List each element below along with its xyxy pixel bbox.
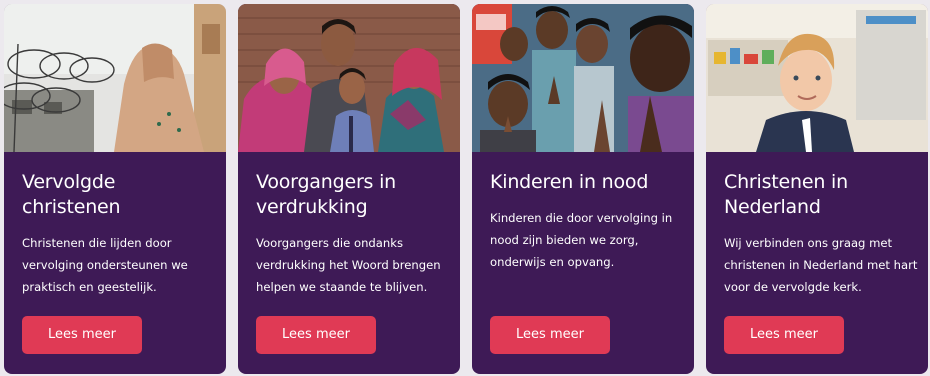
card-photo [472,4,694,152]
lees-meer-button[interactable]: Lees meer [256,316,376,354]
card-description: Kinderen die door vervolging in nood zij… [490,211,673,269]
lees-meer-button[interactable]: Lees meer [22,316,142,354]
card-photo [4,4,226,152]
card-description: Christenen die lijden door vervolging on… [22,236,188,294]
lees-meer-button[interactable]: Lees meer [490,316,610,354]
ministry-cards-row: Vervolgde christenen Christenen die lijd… [0,0,930,376]
card-vervolgde-christenen: Vervolgde christenen Christenen die lijd… [4,4,226,374]
card-title: Voorgangers in verdrukking [256,171,397,218]
card-christenen-in-nederland: Christenen in Nederland Wij verbinden on… [706,4,928,374]
card-title: Kinderen in nood [490,171,649,193]
card-description: Voorgangers die ondanks verdrukking het … [256,236,441,294]
card-photo [706,4,928,152]
card-photo [238,4,460,152]
card-kinderen-in-nood: Kinderen in nood Kinderen die door vervo… [472,4,694,374]
card-voorgangers-in-verdrukking: Voorgangers in verdrukking Voorgangers d… [238,4,460,374]
lees-meer-button[interactable]: Lees meer [724,316,844,354]
card-title: Christenen in Nederland [724,171,848,218]
card-description: Wij verbinden ons graag met christenen i… [724,236,918,294]
card-title: Vervolgde christenen [22,171,121,218]
